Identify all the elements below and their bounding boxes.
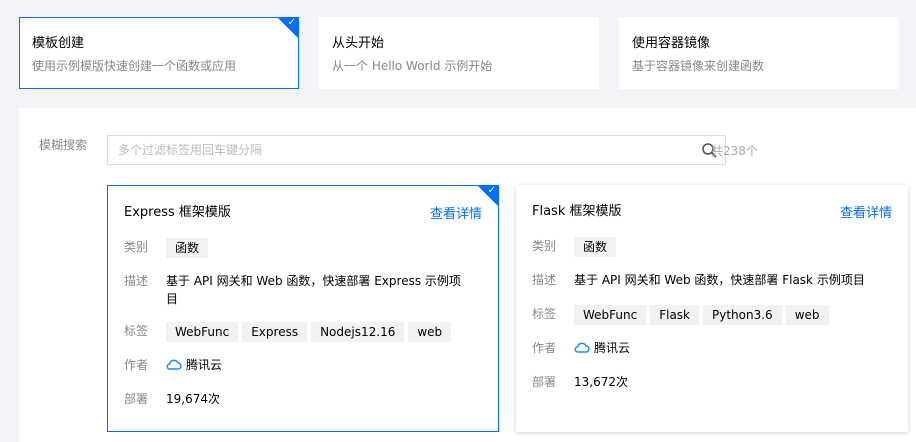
- tag: web: [785, 305, 829, 325]
- tag: web: [408, 322, 452, 342]
- search-result-count: 共238个: [711, 144, 758, 158]
- check-icon: ✓: [287, 17, 296, 28]
- tag: Flask: [650, 305, 700, 325]
- check-icon: ✓: [487, 185, 496, 196]
- creation-mode-bar: 模板创建 使用示例模版快速创建一个函数或应用 ✓ 从头开始 从一个 Hello …: [0, 0, 916, 108]
- category-row: 类别 函数: [124, 236, 482, 258]
- template-title: Express 框架模版: [124, 205, 231, 220]
- description-row: 描述 基于 API 网关和 Web 函数，快速部署 Flask 示例项目: [532, 269, 892, 291]
- field-label: 描述: [532, 273, 557, 287]
- category-tag: 函数: [166, 238, 209, 258]
- tag: WebFunc: [166, 322, 239, 342]
- category-tag: 函数: [574, 237, 617, 257]
- description-text: 基于 API 网关和 Web 函数，快速部署 Flask 示例项目: [574, 273, 865, 287]
- tags-row: 标签 WebFunc Flask Python3.6 web: [532, 303, 892, 325]
- view-details-link[interactable]: 查看详情: [840, 202, 892, 221]
- tag: Python3.6: [703, 305, 782, 325]
- field-label: 部署: [532, 375, 557, 389]
- mode-title: 从头开始: [332, 36, 385, 51]
- author-name: 腾讯云: [594, 341, 631, 355]
- mode-card-container-image[interactable]: 使用容器镜像 基于容器镜像来创建函数: [619, 17, 899, 89]
- search-input[interactable]: [108, 136, 668, 164]
- author-row: 作者 腾讯云: [532, 337, 892, 359]
- field-label: 作者: [124, 358, 149, 372]
- template-card-flask[interactable]: Flask 框架模版 查看详情 类别 函数 描述 基于 API 网关和 Web …: [516, 185, 908, 432]
- field-label: 类别: [532, 239, 557, 253]
- template-card-express[interactable]: Express 框架模版 查看详情 ✓ 类别 函数 描述 基于 API 网关和 …: [107, 185, 499, 432]
- author-row: 作者 腾讯云: [124, 354, 482, 376]
- mode-desc: 基于容器镜像来创建函数: [632, 59, 765, 73]
- tag: Express: [242, 322, 308, 342]
- template-panel: 模糊搜索 共238个 Express 框架模版 查看详情 ✓ 类别 函数 描述 …: [19, 108, 916, 442]
- tags-row: 标签 WebFunc Express Nodejs12.16 web: [124, 320, 482, 342]
- mode-card-template[interactable]: 模板创建 使用示例模版快速创建一个函数或应用 ✓: [19, 17, 299, 89]
- deploy-row: 部署 13,672次: [532, 371, 892, 393]
- mode-title: 模板创建: [32, 36, 85, 51]
- search-box[interactable]: [107, 135, 726, 165]
- tencent-cloud-icon: [574, 342, 590, 353]
- field-label: 标签: [124, 324, 149, 338]
- mode-desc: 使用示例模版快速创建一个函数或应用: [32, 59, 237, 73]
- tag: Nodejs12.16: [311, 322, 405, 342]
- field-label: 类别: [124, 240, 149, 254]
- template-title: Flask 框架模版: [532, 204, 622, 219]
- description-text: 基于 API 网关和 Web 函数，快速部署 Express 示例项目: [166, 274, 461, 306]
- deploy-count: 13,672次: [574, 375, 628, 389]
- category-row: 类别 函数: [532, 235, 892, 257]
- deploy-count: 19,674次: [166, 392, 220, 406]
- author-name: 腾讯云: [186, 358, 223, 372]
- deploy-row: 部署 19,674次: [124, 388, 482, 410]
- mode-card-scratch[interactable]: 从头开始 从一个 Hello World 示例开始: [319, 17, 599, 89]
- tencent-cloud-icon: [166, 359, 182, 370]
- view-details-link[interactable]: 查看详情: [430, 203, 482, 222]
- field-label: 标签: [532, 307, 557, 321]
- field-label: 部署: [124, 392, 149, 406]
- mode-desc: 从一个 Hello World 示例开始: [332, 59, 493, 73]
- field-label: 描述: [124, 274, 149, 288]
- field-label: 作者: [532, 341, 557, 355]
- mode-title: 使用容器镜像: [632, 36, 711, 51]
- search-label: 模糊搜索: [39, 138, 88, 152]
- description-row: 描述 基于 API 网关和 Web 函数，快速部署 Express 示例项目: [124, 270, 482, 308]
- tag: WebFunc: [574, 305, 647, 325]
